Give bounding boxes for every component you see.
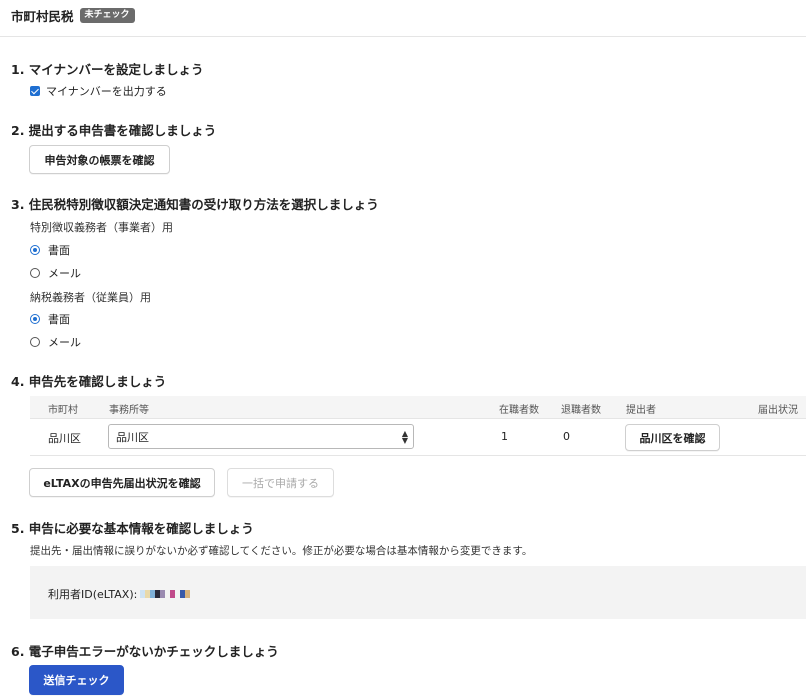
employees-cell: 1 bbox=[501, 430, 508, 443]
user-id-row: 利用者ID(eLTAX): bbox=[48, 586, 191, 602]
user-id-label: 利用者ID(eLTAX): bbox=[48, 588, 138, 601]
column-header-retirees: 退職者数 bbox=[561, 405, 601, 416]
confirm-submitter-button[interactable]: 品川区を確認 bbox=[625, 424, 720, 451]
page-title: 市町村民税 bbox=[11, 9, 74, 24]
taxpayer-radio-paper[interactable]: 書面 bbox=[30, 311, 70, 327]
radio-button[interactable] bbox=[30, 337, 40, 347]
table-header: 市町村 事務所等 在職者数 退職者数 提出者 届出状況 bbox=[30, 396, 806, 418]
section-5-title: 5. 申告に必要な基本情報を確認しましょう bbox=[11, 521, 254, 536]
radio-label: メール bbox=[48, 336, 81, 349]
redacted-user-id bbox=[140, 590, 191, 598]
mynumber-checkbox-label: マイナンバーを出力する bbox=[46, 85, 167, 98]
radio-button[interactable] bbox=[30, 245, 40, 255]
section-1-title: 1. マイナンバーを設定しましょう bbox=[11, 62, 204, 77]
select-arrows-icon: ▲ ▼ bbox=[401, 429, 408, 445]
eltax-status-button[interactable]: eLTAXの申告先届出状況を確認 bbox=[29, 468, 215, 497]
employer-notice-label: 特別徴収義務者（事業者）用 bbox=[30, 221, 173, 234]
radio-button[interactable] bbox=[30, 268, 40, 278]
radio-button[interactable] bbox=[30, 314, 40, 324]
column-header-status: 届出状況 bbox=[758, 405, 798, 416]
table-divider bbox=[30, 418, 806, 419]
radio-label: メール bbox=[48, 267, 81, 280]
column-header-submitter: 提出者 bbox=[626, 405, 656, 416]
taxpayer-notice-label: 納税義務者（従業員）用 bbox=[30, 291, 151, 304]
basic-info-box: 利用者ID(eLTAX): bbox=[30, 566, 806, 619]
office-select-value: 品川区 bbox=[116, 430, 149, 444]
office-select[interactable]: 品川区 ▲ ▼ bbox=[108, 424, 414, 449]
retirees-cell: 0 bbox=[563, 430, 570, 443]
section-3-title: 3. 住民税特別徴収額決定通知書の受け取り方法を選択しましょう bbox=[11, 197, 379, 212]
section-6-title: 6. 電子申告エラーがないかチェックしましょう bbox=[11, 644, 279, 659]
employer-radio-paper[interactable]: 書面 bbox=[30, 242, 70, 258]
section-4-title: 4. 申告先を確認しましょう bbox=[11, 374, 167, 389]
view-target-forms-button[interactable]: 申告対象の帳票を確認 bbox=[29, 145, 170, 174]
status-badge: 未チェック bbox=[79, 8, 135, 23]
column-header-employees: 在職者数 bbox=[499, 405, 539, 416]
column-header-office: 事務所等 bbox=[109, 405, 149, 416]
employer-radio-email[interactable]: メール bbox=[30, 265, 81, 281]
taxpayer-radio-email[interactable]: メール bbox=[30, 334, 81, 350]
table-divider bbox=[30, 455, 806, 456]
section-2-title: 2. 提出する申告書を確認しましょう bbox=[11, 123, 217, 138]
divider bbox=[0, 36, 806, 37]
column-header-municipality: 市町村 bbox=[48, 405, 78, 416]
radio-label: 書面 bbox=[48, 313, 70, 326]
page-header: 市町村民税 未チェック bbox=[11, 6, 135, 25]
municipality-cell: 品川区 bbox=[48, 432, 81, 445]
mynumber-checkbox-row[interactable]: マイナンバーを出力する bbox=[30, 83, 167, 99]
radio-label: 書面 bbox=[48, 244, 70, 257]
section-5-description: 提出先・届出情報に誤りがないか必ず確認してください。修正が必要な場合は基本情報か… bbox=[30, 545, 533, 557]
bulk-apply-button[interactable]: 一括で申請する bbox=[227, 468, 334, 497]
submit-check-button[interactable]: 送信チェック bbox=[29, 665, 124, 695]
mynumber-checkbox[interactable] bbox=[30, 86, 40, 96]
